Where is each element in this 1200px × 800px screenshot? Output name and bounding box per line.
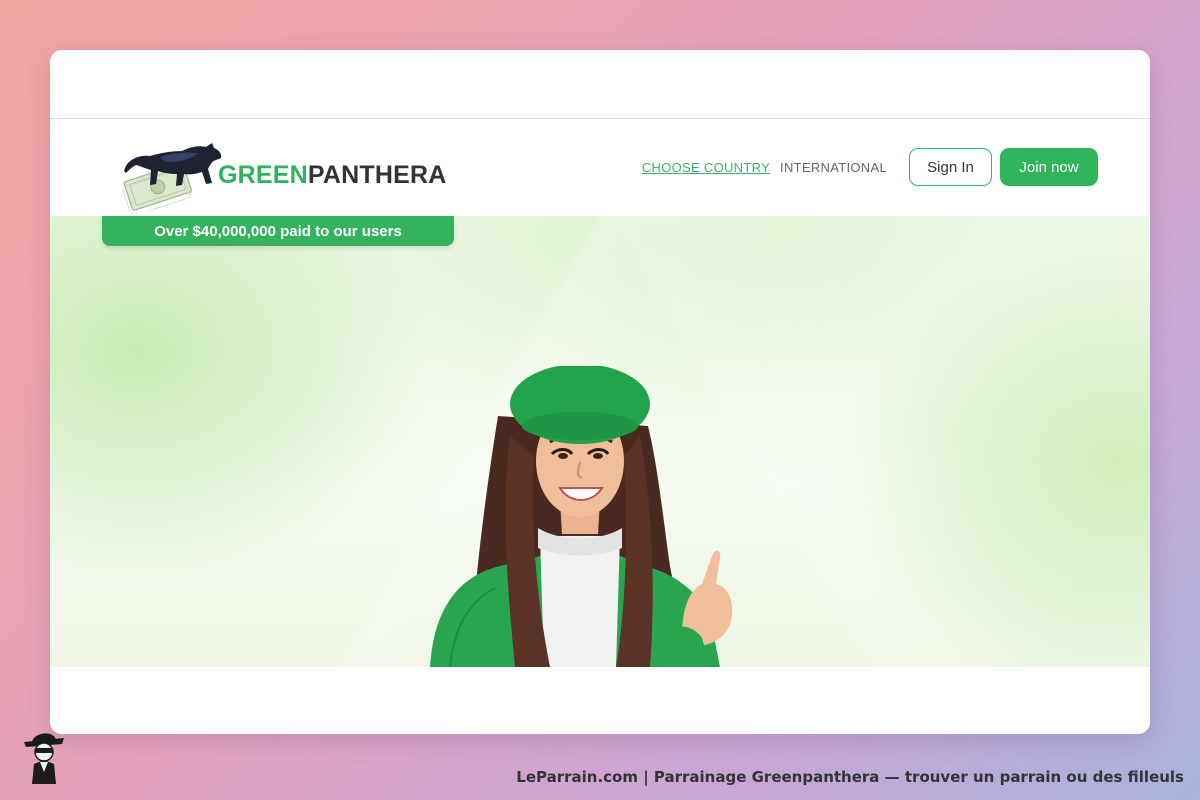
sign-in-button[interactable]: Sign In [909, 148, 992, 186]
hero-woman-image [430, 366, 733, 667]
main-nav: CHOOSE COUNTRY INTERNATIONAL Sign In Joi… [642, 148, 1098, 186]
mascot-icon [24, 733, 64, 784]
logo-text-green: GREEN [218, 161, 308, 189]
footer-caption: LeParrain.com | Parrainage Greenpanthera… [516, 768, 1184, 786]
join-now-button[interactable]: Join now [1000, 148, 1098, 186]
panther-logo-icon [122, 143, 222, 211]
browser-card: GREENPANTHERA CHOOSE COUNTRY INTERNATION… [50, 50, 1150, 734]
top-blank-strip [50, 50, 1150, 119]
site-header: GREENPANTHERA CHOOSE COUNTRY INTERNATION… [50, 119, 1150, 216]
international-link[interactable]: INTERNATIONAL [780, 160, 887, 175]
logo-wordmark: GREENPANTHERA [218, 161, 447, 190]
bottom-blank-strip [50, 667, 1150, 734]
greenpanthera-logo[interactable]: GREENPANTHERA [120, 129, 446, 211]
logo-text-dark: PANTHERA [307, 161, 447, 189]
payout-banner: Over $40,000,000 paid to our users [102, 216, 454, 246]
choose-country-link[interactable]: CHOOSE COUNTRY [642, 160, 770, 175]
hero-section: Over $40,000,000 paid to our users [50, 216, 1150, 667]
